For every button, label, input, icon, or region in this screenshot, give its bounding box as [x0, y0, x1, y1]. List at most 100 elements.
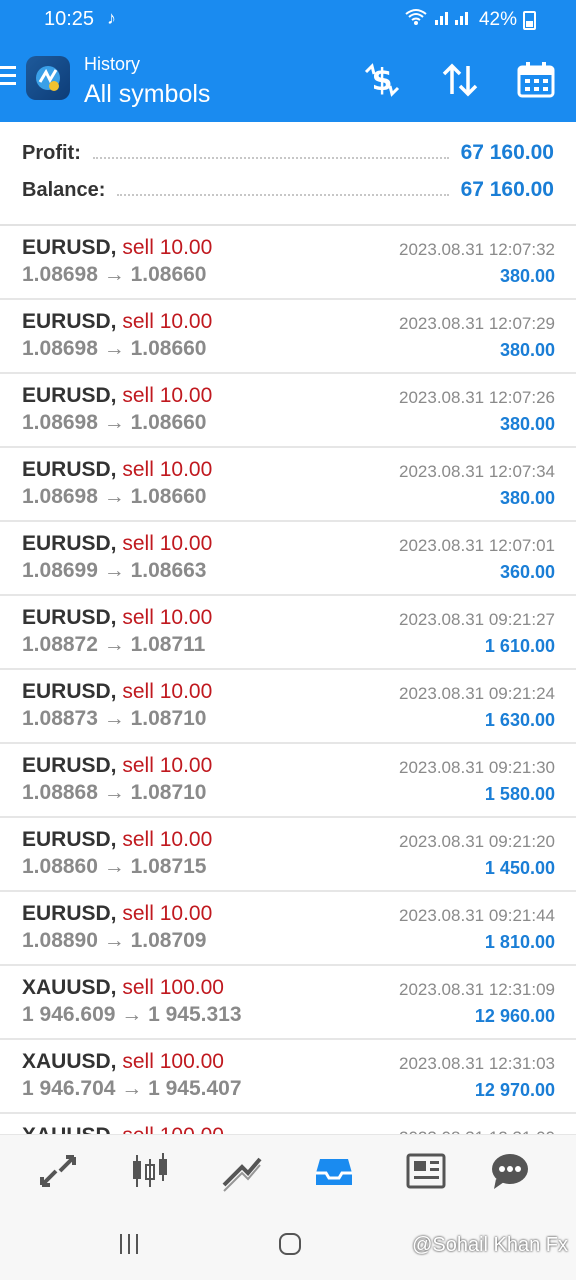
- trade-datetime: 2023.08.31 09:21:30: [399, 758, 555, 777]
- balance-value: 67 160.00: [460, 178, 554, 201]
- chart-icon[interactable]: [128, 1149, 172, 1193]
- trade-profit: 1 450.00: [484, 858, 555, 878]
- status-bar: 10:25 ♪ 42%: [0, 0, 576, 40]
- trade-history-list: EURUSD, sell 10.00 1.08698 → 1.08660 202…: [0, 226, 576, 1188]
- sort-icon[interactable]: [438, 58, 482, 102]
- trade-profit: 360.00: [499, 562, 555, 582]
- trade-profit: 1 610.00: [484, 636, 555, 656]
- profit-label: Profit:: [22, 141, 81, 164]
- trade-datetime: 2023.08.31 12:31:09: [399, 980, 555, 999]
- trade-side: sell 10.00: [122, 828, 213, 851]
- trade-side: sell 10.00: [122, 532, 213, 555]
- trade-symbol: EURUSD, sell 10.00: [22, 458, 213, 481]
- trade-datetime: 2023.08.31 12:07:34: [399, 462, 555, 481]
- trade-symbol: EURUSD, sell 10.00: [22, 828, 213, 851]
- tiktok-icon: ♪: [107, 8, 116, 28]
- trade-symbol: EURUSD, sell 10.00: [22, 532, 213, 555]
- battery-icon: [523, 10, 536, 30]
- wifi-icon: [405, 8, 427, 32]
- page-title[interactable]: All symbols: [84, 80, 210, 109]
- trade-side: sell 10.00: [122, 384, 213, 407]
- trade-side: sell 10.00: [122, 606, 213, 629]
- list-item[interactable]: EURUSD, sell 10.00 1.08698 → 1.08660 202…: [0, 448, 576, 522]
- trade-profit: 1 810.00: [484, 932, 555, 952]
- list-item[interactable]: EURUSD, sell 10.00 1.08699 → 1.08663 202…: [0, 522, 576, 596]
- trade-prices: 1.08890 → 1.08709: [22, 929, 207, 952]
- balance-label: Balance:: [22, 178, 106, 201]
- trade-side: sell 10.00: [122, 236, 213, 259]
- trade-profit: 380.00: [499, 488, 555, 508]
- list-item[interactable]: XAUUSD, sell 100.00 1 946.704 → 1 945.40…: [0, 1040, 576, 1114]
- home-button[interactable]: [278, 1232, 302, 1261]
- trade-prices: 1.08873 → 1.08710: [22, 707, 207, 730]
- bottom-nav: [0, 1134, 576, 1205]
- trade-symbol: EURUSD, sell 10.00: [22, 902, 213, 925]
- trade-symbol: EURUSD, sell 10.00: [22, 310, 213, 333]
- list-item[interactable]: EURUSD, sell 10.00 1.08698 → 1.08660 202…: [0, 300, 576, 374]
- trade-prices: 1.08699 → 1.08663: [22, 559, 207, 582]
- list-item[interactable]: EURUSD, sell 10.00 1.08860 → 1.08715 202…: [0, 818, 576, 892]
- list-item[interactable]: XAUUSD, sell 100.00 1 946.609 → 1 945.31…: [0, 966, 576, 1040]
- trade-datetime: 2023.08.31 12:07:26: [399, 388, 555, 407]
- trade-profit: 380.00: [499, 414, 555, 434]
- trade-prices: 1.08860 → 1.08715: [22, 855, 207, 878]
- trade-side: sell 100.00: [122, 1050, 224, 1073]
- status-time: 10:25: [44, 8, 95, 30]
- dotted-leader: [92, 157, 449, 159]
- trade-prices: 1 946.704 → 1 945.407: [22, 1077, 242, 1100]
- watermark: @Sohail Khan Fx: [412, 1234, 568, 1256]
- profit-row: Profit: 67 160.00: [22, 138, 554, 168]
- trade-prices: 1.08698 → 1.08660: [22, 485, 207, 508]
- app-bar: History All symbols $: [0, 40, 576, 122]
- history-icon[interactable]: [312, 1149, 356, 1193]
- trade-symbol: EURUSD, sell 10.00: [22, 754, 213, 777]
- list-item[interactable]: EURUSD, sell 10.00 1.08873 → 1.08710 202…: [0, 670, 576, 744]
- page-subtitle: History: [84, 54, 141, 74]
- trade-symbol: EURUSD, sell 10.00: [22, 236, 213, 259]
- trade-prices: 1.08698 → 1.08660: [22, 337, 207, 360]
- menu-icon[interactable]: [0, 66, 16, 90]
- trade-datetime: 2023.08.31 09:21:20: [399, 832, 555, 851]
- trade-icon[interactable]: [220, 1149, 264, 1193]
- trade-datetime: 2023.08.31 12:31:03: [399, 1054, 555, 1073]
- list-item[interactable]: EURUSD, sell 10.00 1.08868 → 1.08710 202…: [0, 744, 576, 818]
- trade-symbol: EURUSD, sell 10.00: [22, 680, 213, 703]
- trade-symbol: EURUSD, sell 10.00: [22, 384, 213, 407]
- trade-prices: 1.08872 → 1.08711: [22, 633, 206, 656]
- recent-apps-button[interactable]: [118, 1232, 142, 1261]
- trade-profit: 12 960.00: [474, 1006, 555, 1026]
- trade-side: sell 10.00: [122, 458, 213, 481]
- signal-icon: [433, 8, 473, 32]
- battery-text: 42%: [478, 9, 517, 30]
- trade-prices: 1 946.609 → 1 945.313: [22, 1003, 242, 1026]
- trade-prices: 1.08868 → 1.08710: [22, 781, 207, 804]
- trade-profit: 380.00: [499, 266, 555, 286]
- trade-side: sell 10.00: [122, 902, 213, 925]
- calendar-icon[interactable]: [514, 58, 558, 102]
- trade-symbol: EURUSD, sell 10.00: [22, 606, 213, 629]
- quotes-icon[interactable]: [36, 1149, 80, 1193]
- list-item[interactable]: EURUSD, sell 10.00 1.08698 → 1.08660 202…: [0, 226, 576, 300]
- svg-text:$: $: [372, 63, 393, 98]
- profit-value: 67 160.00: [460, 141, 554, 164]
- list-item[interactable]: EURUSD, sell 10.00 1.08890 → 1.08709 202…: [0, 892, 576, 966]
- metatrader-logo: [26, 56, 70, 100]
- trade-side: sell 10.00: [122, 754, 213, 777]
- trade-datetime: 2023.08.31 12:07:32: [399, 240, 555, 259]
- news-icon[interactable]: [404, 1149, 448, 1193]
- list-item[interactable]: EURUSD, sell 10.00 1.08872 → 1.08711 202…: [0, 596, 576, 670]
- trade-profit: 1 630.00: [484, 710, 555, 730]
- chat-icon[interactable]: [488, 1149, 532, 1193]
- balance-row: Balance: 67 160.00: [22, 175, 554, 205]
- trade-symbol: XAUUSD, sell 100.00: [22, 1050, 224, 1073]
- trade-prices: 1.08698 → 1.08660: [22, 263, 207, 286]
- trade-profit: 1 580.00: [484, 784, 555, 804]
- trade-side: sell 10.00: [122, 680, 213, 703]
- trade-symbol: XAUUSD, sell 100.00: [22, 976, 224, 999]
- dollar-arrows-icon[interactable]: $: [360, 58, 404, 102]
- trade-datetime: 2023.08.31 12:07:29: [399, 314, 555, 333]
- trade-side: sell 10.00: [122, 310, 213, 333]
- list-item[interactable]: EURUSD, sell 10.00 1.08698 → 1.08660 202…: [0, 374, 576, 448]
- dotted-leader: [117, 194, 449, 196]
- trade-datetime: 2023.08.31 09:21:27: [399, 610, 555, 629]
